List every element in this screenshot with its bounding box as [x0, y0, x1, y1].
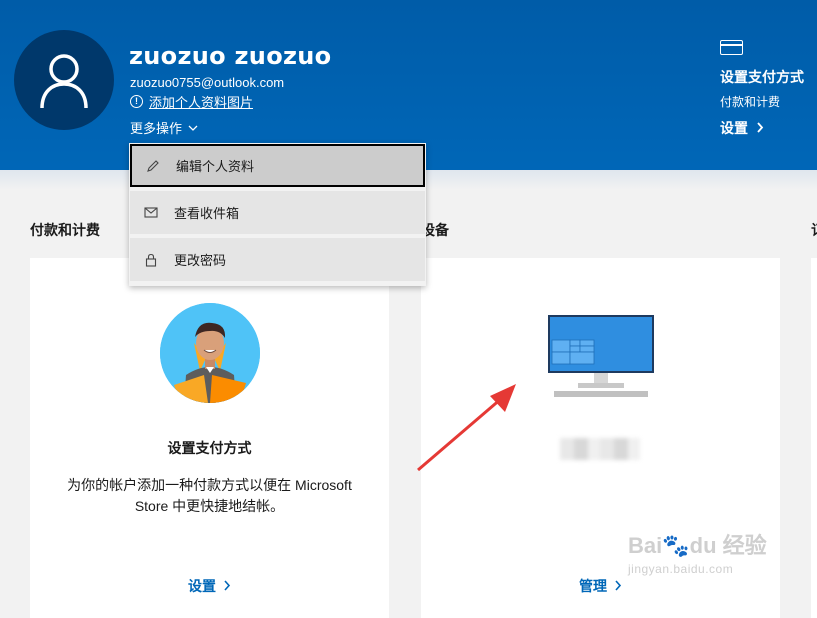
user-name: zuozuo zuozuo	[129, 42, 332, 70]
baidu-watermark: Bai🐾du 经验 jingyan.baidu.com	[628, 528, 767, 576]
chevron-right-icon	[757, 122, 764, 133]
shopping-illustration	[160, 303, 260, 403]
pencil-icon	[146, 159, 160, 173]
watermark-du: du	[689, 533, 717, 558]
menu-item-label: 查看收件箱	[174, 206, 240, 221]
section-title-payment: 付款和计费	[30, 222, 100, 238]
menu-item-view-inbox[interactable]: 查看收件箱	[130, 191, 425, 234]
payment-card: 设置支付方式 为你的帐户添加一种付款方式以便在 Microsoft Store …	[30, 258, 389, 618]
lock-icon	[144, 253, 158, 267]
more-actions-label: 更多操作	[130, 121, 183, 136]
person-icon	[40, 54, 88, 109]
mail-icon	[144, 207, 158, 218]
menu-item-label: 更改密码	[174, 253, 227, 268]
chevron-right-icon	[615, 580, 622, 591]
payment-card-title: 设置支付方式	[167, 440, 252, 456]
third-card	[811, 258, 817, 618]
payment-shortcut-title: 设置支付方式	[720, 69, 804, 85]
red-annotation-arrow	[417, 384, 516, 472]
watermark-brand: Bai	[628, 533, 663, 558]
watermark-suffix: 经验	[722, 533, 767, 558]
more-actions-menu: 编辑个人资料 查看收件箱 更改密码	[129, 143, 426, 286]
payment-card-setup-link[interactable]: 设置	[30, 576, 389, 596]
chevron-down-icon	[188, 125, 198, 131]
desktop-monitor-illustration	[548, 315, 654, 404]
device-name-blurred	[560, 438, 640, 460]
more-actions-button[interactable]: 更多操作	[130, 118, 198, 137]
devices-manage-label: 管理	[579, 578, 608, 594]
user-email: zuozuo0755@outlook.com	[130, 75, 285, 90]
menu-item-change-password[interactable]: 更改密码	[130, 238, 425, 281]
chevron-right-icon	[224, 580, 231, 591]
payment-shortcut-link[interactable]: 设置	[720, 118, 804, 138]
add-photo-link[interactable]: ! 添加个人资料图片	[130, 92, 253, 111]
credit-card-icon	[720, 40, 743, 55]
devices-manage-link[interactable]: 管理	[421, 576, 780, 596]
payment-shortcut: 设置支付方式 付款和计费 设置	[720, 40, 804, 138]
section-title-third: 订	[811, 220, 817, 240]
payment-shortcut-subtitle: 付款和计费	[720, 95, 781, 109]
payment-card-setup-label: 设置	[188, 578, 217, 594]
info-icon: !	[130, 95, 143, 108]
watermark-url: jingyan.baidu.com	[628, 562, 734, 576]
avatar[interactable]	[14, 30, 114, 130]
payment-shortcut-link-label: 设置	[720, 120, 748, 136]
add-photo-label[interactable]: 添加个人资料图片	[149, 92, 253, 111]
menu-item-edit-profile[interactable]: 编辑个人资料	[130, 144, 425, 187]
payment-card-description: 为你的帐户添加一种付款方式以便在 Microsoft Store 中更快捷地结帐…	[67, 477, 352, 514]
paw-icon: 🐾	[662, 533, 690, 558]
menu-item-label: 编辑个人资料	[176, 159, 255, 174]
